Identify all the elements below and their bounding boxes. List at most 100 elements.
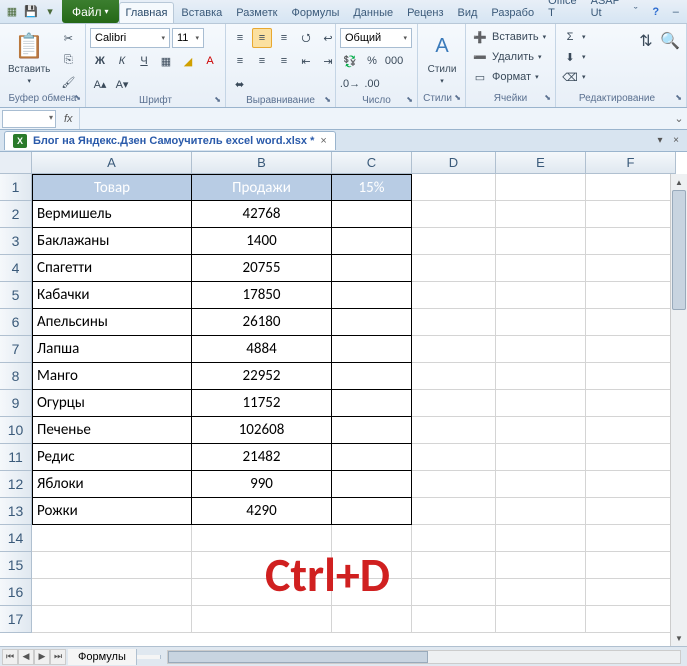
formula-input[interactable] — [80, 110, 671, 128]
cell-C5[interactable] — [332, 282, 412, 309]
cell-D16[interactable] — [412, 579, 496, 606]
cell-B1[interactable]: Продажи — [192, 174, 332, 201]
format-cells-button[interactable]: ▭Формат▾ — [470, 68, 541, 86]
sheet-last-icon[interactable]: ⏭ — [50, 649, 66, 665]
cell-A12[interactable]: Яблоки — [32, 471, 192, 498]
cell-F16[interactable] — [586, 579, 676, 606]
increase-indent-icon[interactable]: ⇥ — [318, 51, 338, 71]
wb-dropdown-icon[interactable]: ▾ — [653, 134, 667, 148]
row-header-13[interactable]: 13 — [0, 498, 32, 525]
cell-E17[interactable] — [496, 606, 586, 633]
cell-B17[interactable] — [192, 606, 332, 633]
cell-F17[interactable] — [586, 606, 676, 633]
workbook-tab[interactable]: X Блог на Яндекс.Дзен Самоучитель excel … — [4, 131, 336, 150]
grow-font-icon[interactable]: A▴ — [90, 74, 110, 94]
fill-button[interactable]: ⬇▾ — [560, 48, 588, 66]
cell-B8[interactable]: 22952 — [192, 363, 332, 390]
cell-C6[interactable] — [332, 309, 412, 336]
cell-B7[interactable]: 4884 — [192, 336, 332, 363]
font-size-combo[interactable]: 11 — [172, 28, 204, 48]
col-header-B[interactable]: B — [192, 152, 332, 174]
cell-D3[interactable] — [412, 228, 496, 255]
cell-D4[interactable] — [412, 255, 496, 282]
cell-C10[interactable] — [332, 417, 412, 444]
cell-F15[interactable] — [586, 552, 676, 579]
window-minimize-icon[interactable]: – — [667, 3, 685, 21]
number-format-combo[interactable]: Общий — [340, 28, 412, 48]
cell-D14[interactable] — [412, 525, 496, 552]
scroll-thumb[interactable] — [672, 190, 686, 310]
ribbon-tab-9[interactable]: ASAP Ut — [584, 0, 627, 23]
align-center-icon[interactable]: ≡ — [252, 51, 272, 71]
workbook-close-icon[interactable]: × — [320, 135, 326, 147]
cell-F8[interactable] — [586, 363, 676, 390]
cell-B12[interactable]: 990 — [192, 471, 332, 498]
autosum-button[interactable]: Σ▾ — [560, 28, 588, 46]
align-left-icon[interactable]: ≡ — [230, 51, 250, 71]
cell-B5[interactable]: 17850 — [192, 282, 332, 309]
merge-button[interactable]: ⬌ — [230, 74, 249, 94]
row-header-16[interactable]: 16 — [0, 579, 32, 606]
sort-filter-button[interactable]: ⇅ — [635, 30, 657, 52]
cell-F14[interactable] — [586, 525, 676, 552]
ribbon-tab-6[interactable]: Вид — [451, 2, 485, 23]
align-middle-icon[interactable]: ≡ — [252, 28, 272, 48]
col-header-E[interactable]: E — [496, 152, 586, 174]
cell-E5[interactable] — [496, 282, 586, 309]
fill-color-button[interactable]: ◢ — [178, 51, 198, 71]
col-header-D[interactable]: D — [412, 152, 496, 174]
cell-C8[interactable] — [332, 363, 412, 390]
row-header-10[interactable]: 10 — [0, 417, 32, 444]
sheet-first-icon[interactable]: ⏮ — [2, 649, 18, 665]
ribbon-tab-5[interactable]: Реценз — [400, 2, 450, 23]
cell-E4[interactable] — [496, 255, 586, 282]
styles-button[interactable]: A Стили ▾ — [422, 28, 462, 87]
cell-D13[interactable] — [412, 498, 496, 525]
ribbon-tab-2[interactable]: Разметк — [229, 2, 284, 23]
ribbon-tab-7[interactable]: Разрабо — [484, 2, 541, 23]
cut-icon[interactable]: ✂ — [58, 28, 78, 48]
cell-A11[interactable]: Редис — [32, 444, 192, 471]
cell-A1[interactable]: Товар — [32, 174, 192, 201]
ribbon-tab-3[interactable]: Формулы — [284, 2, 346, 23]
font-name-combo[interactable]: Calibri — [90, 28, 170, 48]
cell-C7[interactable] — [332, 336, 412, 363]
cell-F9[interactable] — [586, 390, 676, 417]
cell-C9[interactable] — [332, 390, 412, 417]
comma-style-icon[interactable]: 000 — [384, 51, 404, 71]
cell-C4[interactable] — [332, 255, 412, 282]
row-header-12[interactable]: 12 — [0, 471, 32, 498]
ribbon-minimize-icon[interactable]: ˇ — [627, 3, 645, 21]
cell-B11[interactable]: 21482 — [192, 444, 332, 471]
row-header-17[interactable]: 17 — [0, 606, 32, 633]
cell-D7[interactable] — [412, 336, 496, 363]
cell-A10[interactable]: Печенье — [32, 417, 192, 444]
font-color-button[interactable]: A — [200, 51, 220, 71]
cell-D8[interactable] — [412, 363, 496, 390]
cell-F4[interactable] — [586, 255, 676, 282]
cell-E16[interactable] — [496, 579, 586, 606]
clear-button[interactable]: ⌫▾ — [560, 68, 588, 86]
find-select-button[interactable]: 🔍 — [659, 30, 681, 52]
row-header-9[interactable]: 9 — [0, 390, 32, 417]
cell-A17[interactable] — [32, 606, 192, 633]
hscroll-thumb[interactable] — [168, 651, 428, 663]
qat-dropdown-icon[interactable]: ▾ — [42, 4, 58, 20]
cell-A14[interactable] — [32, 525, 192, 552]
cell-A5[interactable]: Кабачки — [32, 282, 192, 309]
row-header-8[interactable]: 8 — [0, 363, 32, 390]
underline-button[interactable]: Ч — [134, 51, 154, 71]
cell-E14[interactable] — [496, 525, 586, 552]
cell-A6[interactable]: Апельсины — [32, 309, 192, 336]
cell-D2[interactable] — [412, 201, 496, 228]
ribbon-tab-0[interactable]: Главная — [119, 2, 175, 23]
copy-icon[interactable]: ⎘ — [58, 50, 78, 70]
cell-F7[interactable] — [586, 336, 676, 363]
cell-D6[interactable] — [412, 309, 496, 336]
cell-D15[interactable] — [412, 552, 496, 579]
cell-B2[interactable]: 42768 — [192, 201, 332, 228]
paste-button[interactable]: 📋 Вставить ▾ — [4, 28, 54, 87]
decrease-indent-icon[interactable]: ⇤ — [296, 51, 316, 71]
shrink-font-icon[interactable]: A▾ — [112, 74, 132, 94]
cell-F5[interactable] — [586, 282, 676, 309]
